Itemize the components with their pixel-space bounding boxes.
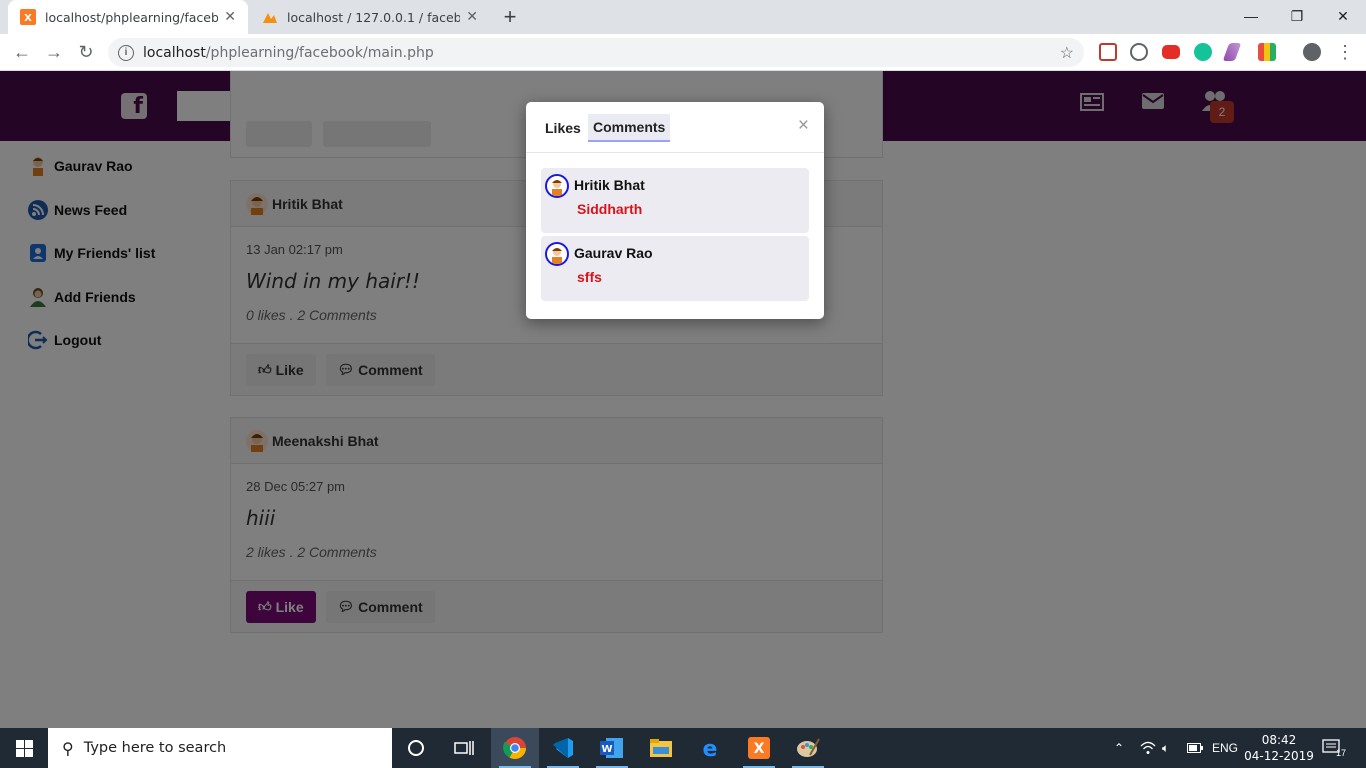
modal-header: Likes Comments ×	[526, 102, 824, 153]
back-arrow-icon[interactable]: ←	[9, 39, 35, 65]
user-avatar-icon	[545, 242, 569, 266]
svg-text:X: X	[754, 741, 765, 757]
browser-tab-phpmyadmin[interactable]: localhost / 127.0.0.1 / facebook / ✕	[250, 0, 490, 34]
color-extension-icon[interactable]	[1258, 43, 1276, 61]
feather-extension-icon[interactable]	[1222, 43, 1242, 61]
show-hidden-icons-chevron-icon[interactable]: ⌃	[1114, 728, 1124, 768]
windows-logo-icon	[15, 739, 33, 757]
restore-button[interactable]: ❐	[1274, 0, 1320, 32]
close-window-button[interactable]: ✕	[1320, 0, 1366, 32]
grammarly-extension-icon[interactable]	[1194, 43, 1212, 61]
windows-start-button[interactable]	[0, 728, 48, 768]
browser-toolbar: ← → ↻ i localhost/phplearning/facebook/m…	[0, 34, 1366, 71]
svg-text:e: e	[703, 737, 718, 759]
comment-author: Gaurav Rao	[574, 245, 653, 261]
task-view-icon[interactable]	[440, 728, 488, 768]
comment-text: Siddharth	[577, 201, 643, 217]
chrome-taskbar-icon[interactable]	[491, 728, 539, 768]
page-content: f 2 Gaurav Rao News Feed	[0, 71, 1366, 728]
close-tab-icon[interactable]: ✕	[466, 9, 478, 25]
system-clock[interactable]: 08:42 04-12-2019	[1244, 732, 1314, 764]
network-icon[interactable]	[1140, 728, 1156, 768]
user-avatar-icon	[545, 174, 569, 198]
close-tab-icon[interactable]: ✕	[224, 9, 236, 25]
vscode-taskbar-icon[interactable]	[539, 728, 587, 768]
taskbar-search-box[interactable]: ⚲ Type here to search	[48, 728, 392, 768]
volume-icon[interactable]: 🔈︎	[1162, 728, 1169, 768]
forward-arrow-icon[interactable]: →	[41, 39, 67, 65]
pocket-extension-icon[interactable]	[1099, 43, 1117, 61]
comment-author: Hritik Bhat	[574, 177, 645, 193]
comment-item: Hritik Bhat Siddharth	[541, 168, 809, 233]
svg-text:X: X	[24, 13, 32, 24]
reload-icon[interactable]: ↻	[73, 39, 99, 65]
tab-comments[interactable]: Comments	[588, 114, 671, 142]
windows-taskbar: ⚲ Type here to search W e X ⌃ 🔈︎ ENG 08:…	[0, 728, 1366, 768]
tab-title: localhost/phplearning/facebook/	[45, 9, 219, 25]
svg-text:W: W	[601, 744, 612, 755]
edge-taskbar-icon[interactable]: e	[686, 728, 734, 768]
url-text: localhost/phplearning/facebook/main.php	[143, 44, 434, 61]
close-icon[interactable]: ×	[798, 115, 809, 137]
taskbar-search-placeholder: Type here to search	[83, 740, 227, 756]
bookmark-star-icon[interactable]: ☆	[1060, 43, 1074, 63]
search-icon: ⚲	[62, 738, 74, 758]
comment-item: Gaurav Rao sffs	[541, 236, 809, 301]
extension-icon[interactable]	[1130, 43, 1148, 61]
xampp-taskbar-icon[interactable]: X	[735, 728, 783, 768]
file-explorer-icon[interactable]	[637, 728, 685, 768]
input-language-indicator[interactable]: ENG	[1212, 728, 1238, 768]
tab-likes[interactable]: Likes	[540, 114, 586, 142]
address-bar[interactable]: i localhost/phplearning/facebook/main.ph…	[108, 38, 1084, 67]
paint-taskbar-icon[interactable]	[784, 728, 832, 768]
likes-comments-modal: Likes Comments × Hritik Bhat Siddharth G…	[526, 102, 824, 319]
youtube-extension-icon[interactable]	[1162, 45, 1180, 59]
cortana-icon[interactable]	[392, 728, 440, 768]
minimize-button[interactable]: —	[1228, 0, 1274, 32]
phpmyadmin-icon	[262, 9, 278, 25]
action-center-icon[interactable]: 17	[1322, 728, 1346, 768]
browser-tab-strip: X localhost/phplearning/facebook/ ✕ loca…	[0, 0, 1366, 34]
profile-avatar-icon[interactable]	[1303, 43, 1321, 61]
battery-icon[interactable]	[1187, 728, 1203, 768]
new-tab-button[interactable]: +	[498, 4, 522, 29]
clock-date: 04-12-2019	[1244, 749, 1314, 763]
xampp-icon: X	[20, 9, 36, 25]
comment-text: sffs	[577, 269, 602, 285]
info-icon[interactable]: i	[118, 44, 134, 61]
clock-time: 08:42	[1261, 733, 1297, 747]
browser-tab-active[interactable]: X localhost/phplearning/facebook/ ✕	[8, 0, 248, 34]
action-center-count: 17	[1336, 748, 1347, 758]
menu-kebab-icon[interactable]: ⋮	[1332, 39, 1358, 65]
word-taskbar-icon[interactable]: W	[588, 728, 636, 768]
tab-title: localhost / 127.0.0.1 / facebook /	[287, 9, 461, 25]
